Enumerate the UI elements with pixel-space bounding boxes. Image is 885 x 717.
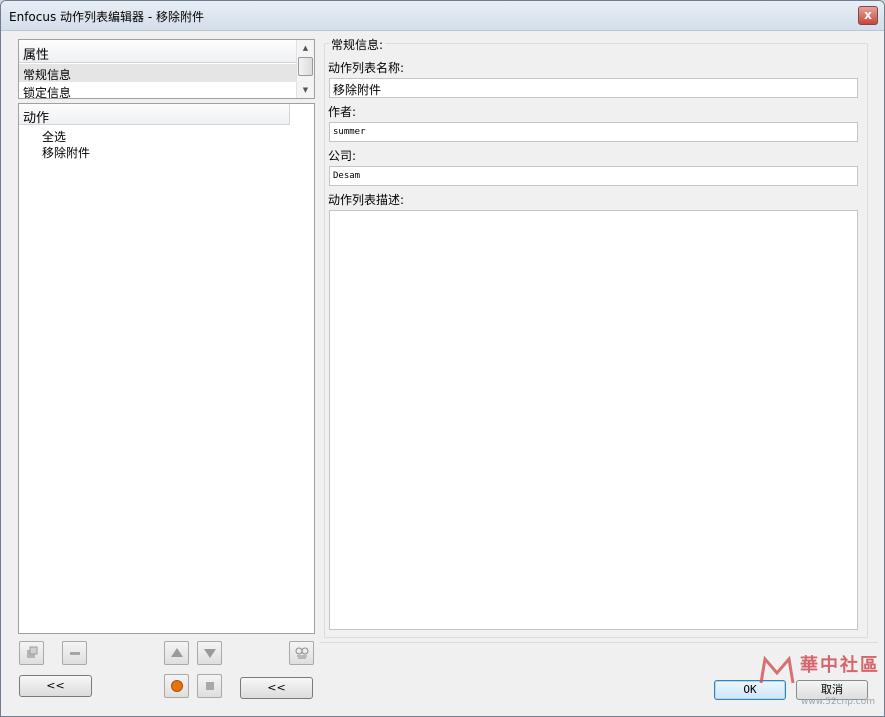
glasses-icon — [295, 647, 308, 659]
add-action-button[interactable] — [19, 641, 44, 665]
scroll-up-icon[interactable]: ▲ — [297, 41, 314, 55]
company-field[interactable]: Desam — [329, 166, 858, 186]
footer-divider — [320, 642, 878, 643]
company-value: Desam — [333, 171, 361, 181]
company-label: 公司: — [328, 149, 357, 163]
record-button[interactable] — [164, 674, 189, 698]
description-field[interactable] — [329, 210, 858, 630]
name-label: 动作列表名称: — [328, 61, 405, 75]
properties-list[interactable]: 属性 常规信息 锁定信息 ▲ ▼ — [18, 39, 315, 99]
author-value: summer — [333, 127, 366, 137]
action-item-select-all[interactable]: 全选 — [42, 128, 66, 145]
property-item-label: 锁定信息 — [23, 86, 72, 99]
property-item-general[interactable]: 常规信息 — [19, 64, 296, 82]
view-button[interactable] — [289, 641, 314, 665]
move-down-button[interactable] — [197, 641, 222, 665]
properties-scrollbar[interactable]: ▲ ▼ — [296, 40, 314, 98]
actions-header-label: 动作 — [23, 111, 50, 126]
stop-button[interactable] — [197, 674, 222, 698]
stop-icon — [205, 682, 214, 690]
ok-button[interactable]: OK — [714, 680, 786, 700]
property-item-label: 常规信息 — [23, 68, 72, 82]
general-info-label: 常规信息: — [329, 36, 386, 53]
window-title: Enfocus 动作列表编辑器 - 移除附件 — [9, 10, 204, 24]
move-up-button[interactable] — [164, 641, 189, 665]
name-value: 移除附件 — [333, 83, 382, 97]
properties-header-label: 属性 — [23, 48, 50, 63]
properties-header: 属性 — [19, 40, 296, 63]
author-label: 作者: — [328, 105, 357, 119]
record-icon — [170, 680, 183, 692]
author-field[interactable]: summer — [329, 122, 858, 142]
property-item-lock[interactable]: 锁定信息 — [19, 82, 296, 99]
dialog-body: 属性 常规信息 锁定信息 ▲ ▼ 动作 全选 移除附件 << << 常规信息: … — [7, 31, 878, 710]
name-field[interactable]: 移除附件 — [329, 78, 858, 98]
arrow-down-icon — [203, 649, 216, 658]
scroll-down-icon[interactable]: ▼ — [297, 83, 314, 97]
remove-action-button[interactable] — [62, 641, 87, 665]
title-bar: Enfocus 动作列表编辑器 - 移除附件 x — [1, 1, 884, 31]
actions-header: 动作 — [19, 104, 290, 126]
description-label: 动作列表描述: — [328, 193, 405, 207]
collapse-left-button[interactable]: << — [19, 675, 92, 697]
close-button[interactable]: x — [858, 6, 878, 25]
actions-tree[interactable]: 动作 全选 移除附件 — [18, 103, 315, 634]
collapse-right-button[interactable]: << — [240, 677, 313, 699]
minus-icon — [69, 652, 80, 655]
close-icon: x — [864, 8, 872, 22]
editor-window: Enfocus 动作列表编辑器 - 移除附件 x 属性 常规信息 锁定信息 ▲ … — [0, 0, 885, 717]
scroll-thumb[interactable] — [298, 57, 313, 76]
cancel-button[interactable]: 取消 — [796, 680, 868, 700]
arrow-up-icon — [170, 648, 183, 657]
add-action-icon — [26, 646, 37, 658]
action-item-remove-attachments[interactable]: 移除附件 — [42, 144, 90, 161]
